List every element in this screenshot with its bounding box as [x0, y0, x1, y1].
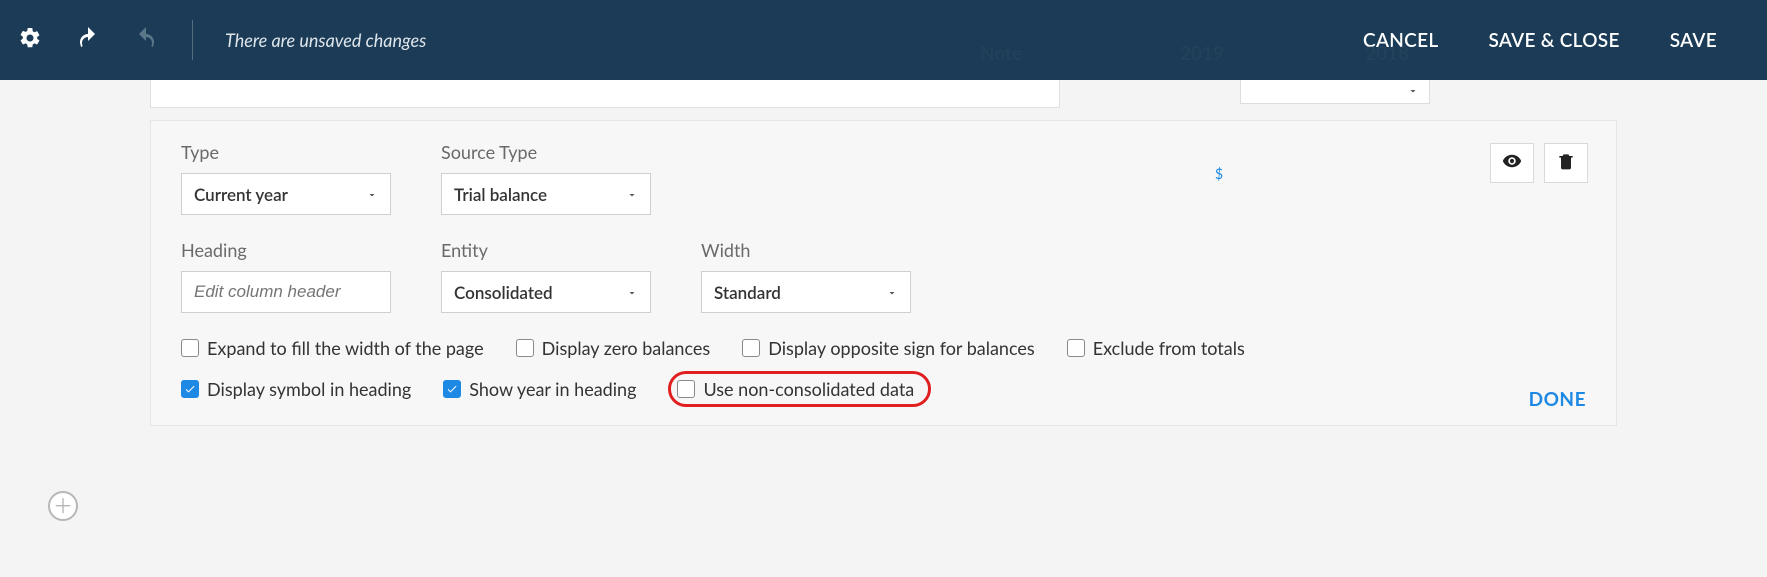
checkbox-icon: [516, 339, 534, 357]
width-select[interactable]: Standard: [701, 271, 911, 313]
page-body: $ ＋ Type Curr: [0, 80, 1767, 577]
check-expand[interactable]: Expand to fill the width of the page: [181, 337, 484, 359]
check-opposite-sign[interactable]: Display opposite sign for balances: [742, 337, 1034, 359]
source-type-select[interactable]: Trial balance: [441, 173, 651, 215]
width-value: Standard: [714, 282, 781, 303]
left-gutter: ＋: [0, 80, 90, 577]
row-heading-entity-width: Heading Entity Consolidated Width Standa…: [181, 239, 1586, 313]
check-non-consolidated[interactable]: Use non-consolidated data: [677, 378, 914, 400]
check-zero-label: Display zero balances: [542, 337, 711, 359]
card-fragment: [150, 80, 1060, 108]
check-symbol-label: Display symbol in heading: [207, 378, 411, 400]
check-zero-balances[interactable]: Display zero balances: [516, 337, 711, 359]
gear-icon: [18, 26, 42, 54]
chevron-down-icon: [1407, 82, 1419, 101]
undo-button[interactable]: [68, 20, 108, 60]
field-source-type: Source Type Trial balance: [441, 141, 651, 215]
visibility-button[interactable]: [1490, 143, 1534, 183]
label-type: Type: [181, 141, 391, 163]
ghost-column-year1: 2019: [1180, 42, 1224, 65]
redo-icon: [134, 26, 158, 54]
heading-input-wrap: [181, 271, 391, 313]
entity-select[interactable]: Consolidated: [441, 271, 651, 313]
field-width: Width Standard: [701, 239, 911, 313]
check-show-year[interactable]: Show year in heading: [443, 378, 636, 400]
label-source-type: Source Type: [441, 141, 651, 163]
chevron-down-icon: [366, 184, 378, 205]
label-width: Width: [701, 239, 911, 261]
check-line-1: Expand to fill the width of the page Dis…: [181, 337, 1586, 359]
check-nonconsolidated-label: Use non-consolidated data: [703, 378, 914, 400]
plus-icon: ＋: [53, 496, 73, 516]
field-heading: Heading: [181, 239, 391, 313]
trash-icon: [1556, 151, 1576, 175]
chevron-down-icon: [626, 282, 638, 303]
add-row-button[interactable]: ＋: [48, 491, 78, 521]
checkbox-icon: [181, 380, 199, 398]
label-entity: Entity: [441, 239, 651, 261]
year2-dropdown[interactable]: [1240, 80, 1430, 104]
settings-button[interactable]: [10, 20, 50, 60]
checkbox-icon: [677, 380, 695, 398]
delete-button[interactable]: [1544, 143, 1588, 183]
heading-input[interactable]: [194, 272, 378, 312]
source-type-value: Trial balance: [454, 184, 547, 205]
type-select[interactable]: Current year: [181, 173, 391, 215]
entity-value: Consolidated: [454, 282, 553, 303]
redo-button[interactable]: [126, 20, 166, 60]
topbar-left: There are unsaved changes: [0, 0, 426, 80]
checkbox-icon: [443, 380, 461, 398]
save-close-button[interactable]: SAVE & CLOSE: [1488, 29, 1619, 52]
checkbox-rows: Expand to fill the width of the page Dis…: [181, 337, 1586, 407]
check-display-symbol[interactable]: Display symbol in heading: [181, 378, 411, 400]
checkbox-icon: [1067, 339, 1085, 357]
topbar-divider: [192, 20, 193, 60]
chevron-down-icon: [626, 184, 638, 205]
done-button[interactable]: DONE: [1529, 388, 1586, 411]
top-bar: There are unsaved changes CANCEL SAVE & …: [0, 0, 1767, 80]
checkbox-icon: [181, 339, 199, 357]
highlight-non-consolidated: Use non-consolidated data: [668, 371, 931, 407]
unsaved-status: There are unsaved changes: [219, 29, 426, 51]
label-heading: Heading: [181, 239, 391, 261]
check-expand-label: Expand to fill the width of the page: [207, 337, 484, 359]
row-type-source: Type Current year Source Type Trial bala…: [181, 141, 1586, 215]
field-type: Type Current year: [181, 141, 391, 215]
undo-icon: [76, 26, 100, 54]
check-exclude-totals[interactable]: Exclude from totals: [1067, 337, 1245, 359]
check-exclude-label: Exclude from totals: [1093, 337, 1245, 359]
ghost-currency-symbol: $: [1215, 165, 1223, 182]
ghost-column-note: Note: [980, 42, 1022, 65]
type-value: Current year: [194, 184, 288, 205]
column-config-panel: Type Current year Source Type Trial bala…: [150, 120, 1617, 426]
topbar-actions: CANCEL SAVE & CLOSE SAVE: [1363, 29, 1767, 52]
check-year-label: Show year in heading: [469, 378, 636, 400]
chevron-down-icon: [886, 282, 898, 303]
save-button[interactable]: SAVE: [1670, 29, 1717, 52]
panel-actions: [1490, 143, 1588, 183]
cancel-button[interactable]: CANCEL: [1363, 29, 1438, 52]
check-line-2: Display symbol in heading Show year in h…: [181, 371, 1586, 407]
checkbox-icon: [742, 339, 760, 357]
check-opposite-label: Display opposite sign for balances: [768, 337, 1034, 359]
eye-icon: [1502, 151, 1522, 175]
field-entity: Entity Consolidated: [441, 239, 651, 313]
